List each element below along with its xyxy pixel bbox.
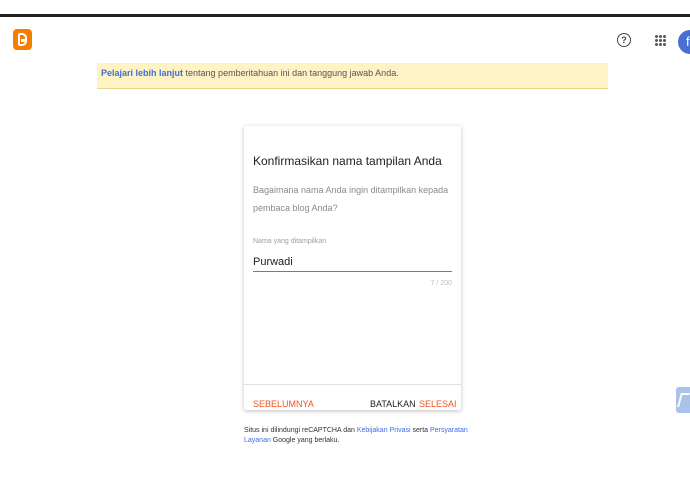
- display-name-dialog: Konfirmasikan nama tampilan Anda Bagaima…: [244, 126, 461, 410]
- cancel-button[interactable]: BATALKAN: [370, 399, 416, 409]
- notice-banner: Pelajari lebih lanjut tentang pemberitah…: [97, 63, 608, 89]
- character-counter: 7 / 200: [430, 280, 452, 287]
- blogger-logo-icon[interactable]: [13, 29, 32, 50]
- dialog-description: Bagaimana nama Anda ingin ditampilkan ke…: [253, 185, 449, 213]
- dialog-title: Konfirmasikan nama tampilan Anda: [253, 154, 442, 168]
- help-icon[interactable]: ?: [617, 33, 631, 47]
- privacy-policy-link[interactable]: Kebijakan Privasi: [357, 427, 411, 434]
- recaptcha-footer: Situs ini dilindungi reCAPTCHA dan Kebij…: [244, 426, 474, 446]
- avatar[interactable]: f: [678, 30, 690, 54]
- apps-grid-icon[interactable]: [655, 35, 666, 46]
- previous-button[interactable]: SEBELUMNYA: [253, 399, 314, 409]
- footer-text: Situs ini dilindungi reCAPTCHA dan: [244, 427, 357, 434]
- app-header: ? f: [0, 17, 690, 63]
- display-name-input[interactable]: [253, 253, 452, 272]
- dialog-divider: [244, 384, 461, 385]
- learn-more-link[interactable]: Pelajari lebih lanjut: [101, 68, 183, 78]
- done-button[interactable]: SELESAI: [419, 399, 457, 409]
- notice-text: tentang pemberitahuan ini dan tanggung j…: [183, 68, 399, 78]
- footer-text: Google yang berlaku.: [270, 437, 340, 444]
- display-name-label: Nama yang ditampilkan: [253, 238, 327, 245]
- side-widget-icon[interactable]: [676, 387, 690, 413]
- footer-text: serta: [410, 427, 430, 434]
